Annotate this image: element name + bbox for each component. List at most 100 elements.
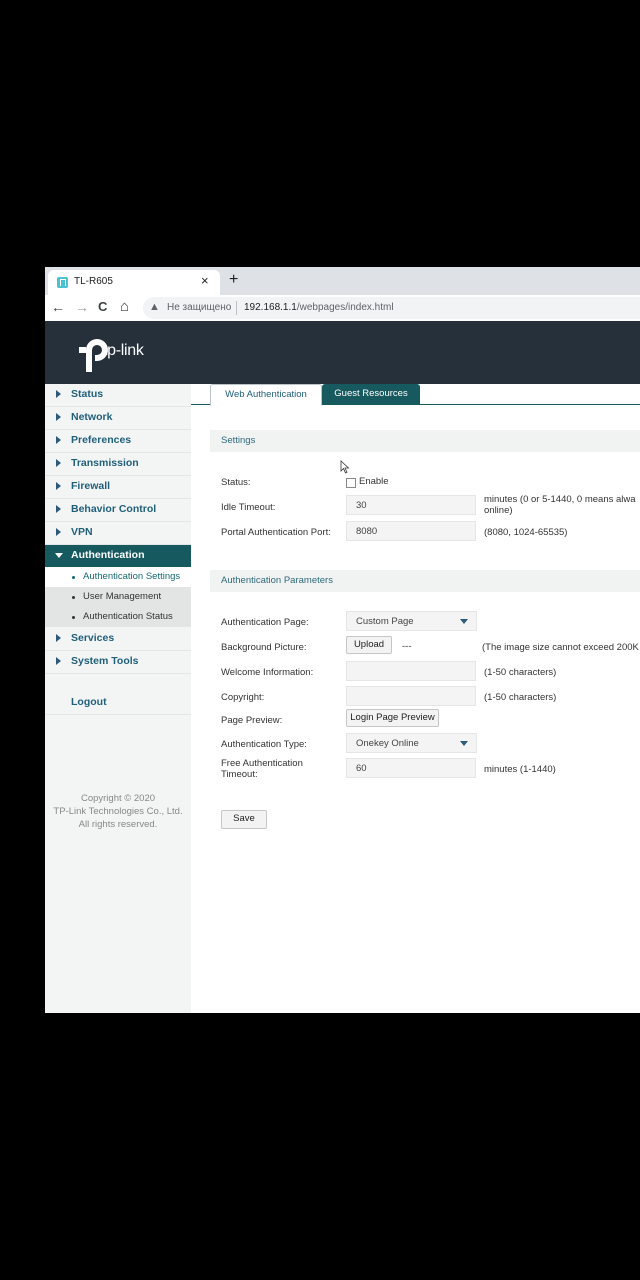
- welcome-info-label: Welcome Information:: [221, 667, 314, 678]
- chevron-down-icon: [55, 553, 63, 558]
- url-text: 192.168.1.1/webpages/index.html: [244, 302, 394, 313]
- idle-timeout-hint: minutes (0 or 5-1440, 0 means alwa online…: [484, 494, 636, 516]
- logout-button[interactable]: Logout: [45, 692, 191, 715]
- tp-link-favicon-icon: [57, 277, 68, 288]
- sidebar-item-services[interactable]: Services: [45, 628, 191, 651]
- sidebar-item-label: Behavior Control: [71, 503, 157, 515]
- auth-type-select[interactable]: Onekey Online: [346, 733, 477, 753]
- status-label: Status:: [221, 477, 251, 488]
- sidebar-item-firewall[interactable]: Firewall: [45, 476, 191, 499]
- bg-picture-value: ---: [402, 641, 412, 652]
- enable-checkbox[interactable]: [346, 478, 356, 488]
- main-content: Web Authentication Guest Resources Setti…: [191, 384, 640, 1013]
- copyright-input[interactable]: [346, 686, 476, 706]
- sidebar-item-label: System Tools: [71, 655, 139, 667]
- router-header: tp-link: [45, 321, 640, 384]
- sidebar-subitem-label: Authentication Settings: [83, 571, 181, 582]
- sidebar-item-authentication[interactable]: Authentication: [45, 545, 191, 567]
- bg-picture-label: Background Picture:: [221, 642, 307, 653]
- bg-picture-hint: (The image size cannot exceed 200K: [482, 642, 639, 653]
- settings-section-header: Settings: [210, 430, 640, 452]
- login-page-preview-button[interactable]: Login Page Preview: [346, 709, 439, 727]
- not-secure-label: Не защищено: [167, 302, 232, 313]
- bullet-icon: [72, 576, 75, 579]
- sidebar-subitem-label: User Management: [83, 591, 162, 602]
- sidebar-item-vpn[interactable]: VPN: [45, 522, 191, 545]
- free-timeout-input[interactable]: 60: [346, 758, 476, 778]
- auth-type-label: Authentication Type:: [221, 739, 307, 750]
- idle-timeout-hint-line: minutes (0 or 5-1440, 0 means alwa: [484, 494, 636, 505]
- copyright-line: All rights reserved.: [78, 819, 158, 830]
- chevron-right-icon: [56, 413, 61, 421]
- sidebar-subitem-label: Authentication Status: [83, 611, 173, 622]
- sidebar-item-label: Authentication: [71, 549, 145, 561]
- auth-type-value: Onekey Online: [356, 738, 419, 749]
- reload-icon[interactable]: C: [98, 299, 107, 315]
- sidebar-item-label: Network: [71, 411, 113, 423]
- sidebar: Status Network Preferences Transmission …: [45, 384, 191, 1013]
- sidebar-subitem-authentication-settings[interactable]: Authentication Settings: [45, 567, 191, 587]
- sidebar-item-label: Preferences: [71, 434, 132, 446]
- sidebar-item-behavior-control[interactable]: Behavior Control: [45, 499, 191, 522]
- idle-timeout-input[interactable]: 30: [346, 495, 476, 515]
- auth-page-label: Authentication Page:: [221, 617, 309, 628]
- free-timeout-hint: minutes (1-1440): [484, 764, 556, 775]
- free-timeout-label-line: Free Authentication: [221, 758, 303, 769]
- new-tab-button[interactable]: +: [229, 272, 238, 288]
- section-title: Settings: [221, 435, 256, 446]
- portal-port-input[interactable]: 8080: [346, 521, 476, 541]
- page-preview-label: Page Preview:: [221, 715, 283, 726]
- free-timeout-label: Free Authentication Timeout:: [221, 758, 303, 780]
- idle-timeout-label: Idle Timeout:: [221, 502, 276, 513]
- bullet-icon: [72, 596, 75, 599]
- copyright-line: Copyright © 2020: [80, 793, 156, 804]
- free-timeout-label-line: Timeout:: [221, 769, 258, 780]
- logout-label: Logout: [71, 696, 107, 708]
- welcome-info-hint: (1-50 characters): [484, 667, 557, 678]
- mouse-cursor-icon: [340, 460, 350, 474]
- upload-button[interactable]: Upload: [346, 636, 392, 654]
- auth-params-section-header: Authentication Parameters: [210, 570, 640, 592]
- chevron-right-icon: [56, 657, 61, 665]
- dropdown-arrow-icon: [460, 741, 468, 746]
- chevron-right-icon: [56, 528, 61, 536]
- portal-port-label: Portal Authentication Port:: [221, 527, 331, 538]
- chevron-right-icon: [56, 505, 61, 513]
- address-bar[interactable]: ▲ Не защищено 192.168.1.1/webpages/index…: [143, 297, 640, 319]
- browser-tab-bar: TL-R605 × +: [45, 267, 640, 295]
- sidebar-item-transmission[interactable]: Transmission: [45, 453, 191, 476]
- bullet-icon: [72, 616, 75, 619]
- tab-web-authentication[interactable]: Web Authentication: [210, 384, 322, 406]
- dropdown-arrow-icon: [460, 619, 468, 624]
- copyright-label: Copyright:: [221, 692, 265, 703]
- copyright-notice: Copyright © 2020 TP-Link Technologies Co…: [45, 792, 191, 831]
- back-arrow-icon[interactable]: ←: [51, 299, 65, 315]
- welcome-info-input[interactable]: [346, 661, 476, 681]
- sidebar-item-label: Firewall: [71, 480, 111, 492]
- forward-arrow-icon[interactable]: →: [75, 299, 89, 315]
- close-tab-icon[interactable]: ×: [201, 273, 209, 289]
- sidebar-item-system-tools[interactable]: System Tools: [45, 651, 191, 674]
- chevron-right-icon: [56, 634, 61, 642]
- url-path: /webpages/index.html: [296, 302, 394, 313]
- sidebar-item-label: VPN: [71, 526, 93, 538]
- sidebar-item-network[interactable]: Network: [45, 407, 191, 430]
- enable-label: Enable: [359, 476, 389, 487]
- sidebar-subitem-authentication-status[interactable]: Authentication Status: [45, 607, 191, 627]
- url-host: 192.168.1.1: [244, 302, 297, 313]
- sidebar-subitem-user-management[interactable]: User Management: [45, 587, 191, 607]
- tab-guest-resources[interactable]: Guest Resources: [322, 384, 420, 404]
- copyright-line: TP-Link Technologies Co., Ltd.: [53, 806, 183, 817]
- sidebar-item-status[interactable]: Status: [45, 384, 191, 407]
- browser-tab[interactable]: TL-R605 ×: [48, 270, 220, 295]
- portal-port-hint: (8080, 1024-65535): [484, 527, 568, 538]
- auth-page-select[interactable]: Custom Page: [346, 611, 477, 631]
- address-divider: [236, 301, 237, 315]
- chevron-right-icon: [56, 390, 61, 398]
- home-icon[interactable]: ⌂: [120, 299, 129, 315]
- idle-timeout-hint-line: online): [484, 505, 513, 516]
- sidebar-item-label: Services: [71, 632, 115, 644]
- sidebar-item-preferences[interactable]: Preferences: [45, 430, 191, 453]
- sidebar-item-label: Status: [71, 388, 104, 400]
- save-button[interactable]: Save: [221, 810, 267, 829]
